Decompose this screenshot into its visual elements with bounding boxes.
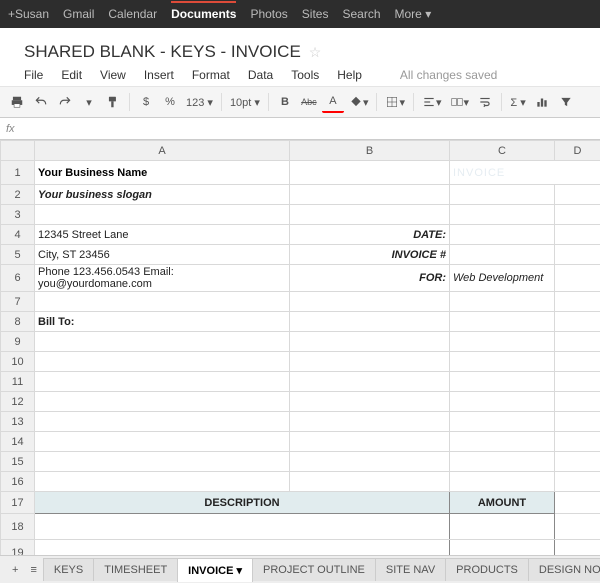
row-header[interactable]: 13 xyxy=(1,412,35,432)
select-all-corner[interactable] xyxy=(1,141,35,161)
doc-title[interactable]: SHARED BLANK - KEYS - INVOICE xyxy=(24,42,301,62)
col-header-b[interactable]: B xyxy=(290,141,450,161)
row-header[interactable]: 9 xyxy=(1,332,35,352)
cell-slogan[interactable]: Your business slogan xyxy=(35,185,290,205)
menu-insert[interactable]: Insert xyxy=(144,68,174,82)
formula-bar[interactable]: fx xyxy=(0,118,600,140)
nav-photos[interactable]: Photos xyxy=(250,7,287,21)
filter-icon[interactable] xyxy=(555,91,577,113)
clipboard-icon[interactable]: ▾ xyxy=(78,91,100,113)
cell-desc-header[interactable]: DESCRIPTION xyxy=(35,492,450,514)
row-header[interactable]: 12 xyxy=(1,392,35,412)
nav-search[interactable]: Search xyxy=(342,7,380,21)
row-header[interactable]: 14 xyxy=(1,432,35,452)
functions-icon[interactable]: Σ ▾ xyxy=(507,91,529,113)
cell-billto[interactable]: Bill To: xyxy=(35,312,290,332)
tab-site-nav[interactable]: SITE NAV xyxy=(375,558,446,581)
row-header[interactable]: 4 xyxy=(1,225,35,245)
menu-data[interactable]: Data xyxy=(248,68,273,82)
doc-title-row: SHARED BLANK - KEYS - INVOICE ☆ xyxy=(0,28,600,68)
undo-icon[interactable] xyxy=(30,91,52,113)
row-header[interactable]: 6 xyxy=(1,265,35,292)
currency-button[interactable]: $ xyxy=(135,91,157,113)
row-header[interactable]: 3 xyxy=(1,205,35,225)
col-header-a[interactable]: A xyxy=(35,141,290,161)
redo-icon[interactable] xyxy=(54,91,76,113)
col-header-d[interactable]: D xyxy=(555,141,600,161)
row-header[interactable]: 5 xyxy=(1,245,35,265)
print-icon[interactable] xyxy=(6,91,28,113)
tab-invoice[interactable]: INVOICE ▾ xyxy=(177,558,253,582)
nav-gmail[interactable]: Gmail xyxy=(63,7,94,21)
row-header[interactable]: 1 xyxy=(1,161,35,185)
menu-edit[interactable]: Edit xyxy=(61,68,82,82)
google-topbar: +Susan Gmail Calendar Documents Photos S… xyxy=(0,0,600,28)
cell-for-value[interactable]: Web Development xyxy=(450,265,555,292)
cell-date-label[interactable]: DATE: xyxy=(290,225,450,245)
row-header[interactable]: 16 xyxy=(1,472,35,492)
cell-street[interactable]: 12345 Street Lane xyxy=(35,225,290,245)
col-header-c[interactable]: C xyxy=(450,141,555,161)
row-header[interactable]: 18 xyxy=(1,514,35,540)
all-sheets-icon[interactable]: ≡ xyxy=(24,564,42,576)
row-header[interactable]: 17 xyxy=(1,492,35,514)
percent-button[interactable]: % xyxy=(159,91,181,113)
cell-city[interactable]: City, ST 23456 xyxy=(35,245,290,265)
strike-button[interactable]: Abc xyxy=(298,91,320,113)
chart-icon[interactable] xyxy=(531,91,553,113)
menu-tools[interactable]: Tools xyxy=(291,68,319,82)
tab-keys[interactable]: KEYS xyxy=(43,558,94,581)
sheet-tabs-bar: + ≡ KEYS TIMESHEET INVOICE ▾ PROJECT OUT… xyxy=(0,555,600,583)
menu-format[interactable]: Format xyxy=(192,68,230,82)
wrap-icon[interactable] xyxy=(474,91,496,113)
tab-products[interactable]: PRODUCTS xyxy=(445,558,529,581)
row-header[interactable]: 15 xyxy=(1,452,35,472)
cell-invnum-label[interactable]: INVOICE # xyxy=(290,245,450,265)
cell-for-label[interactable]: FOR: xyxy=(290,265,450,292)
nav-documents[interactable]: Documents xyxy=(171,1,236,21)
tab-timesheet[interactable]: TIMESHEET xyxy=(93,558,178,581)
nav-plus-user[interactable]: +Susan xyxy=(8,7,49,21)
cell-invoice-watermark[interactable]: INVOICE xyxy=(450,161,600,185)
menu-file[interactable]: File xyxy=(24,68,43,82)
menu-help[interactable]: Help xyxy=(337,68,362,82)
add-sheet-icon[interactable]: + xyxy=(6,564,24,576)
menu-bar: File Edit View Insert Format Data Tools … xyxy=(0,68,600,86)
nav-sites[interactable]: Sites xyxy=(302,7,329,21)
spreadsheet-grid[interactable]: A B C D 1 Your Business Name INVOICE 2 Y… xyxy=(0,140,600,570)
menu-view[interactable]: View xyxy=(100,68,126,82)
row-header[interactable]: 8 xyxy=(1,312,35,332)
row-header[interactable]: 11 xyxy=(1,372,35,392)
nav-more[interactable]: More ▾ xyxy=(395,7,432,21)
paintformat-icon[interactable] xyxy=(102,91,124,113)
row-header[interactable]: 10 xyxy=(1,352,35,372)
bold-button[interactable]: B xyxy=(274,91,296,113)
row-header[interactable]: 7 xyxy=(1,292,35,312)
numformat-button[interactable]: 123 ▾ xyxy=(183,91,216,113)
star-icon[interactable]: ☆ xyxy=(309,44,322,61)
cell-contact[interactable]: Phone 123.456.0543 Email: you@yourdomane… xyxy=(35,265,290,292)
nav-calendar[interactable]: Calendar xyxy=(108,7,157,21)
tab-project-outline[interactable]: PROJECT OUTLINE xyxy=(252,558,376,581)
textcolor-button[interactable]: A xyxy=(322,91,344,113)
merge-icon[interactable]: ▾ xyxy=(447,91,473,113)
toolbar: ▾ $ % 123 ▾ 10pt ▾ B Abc A ▾ ▾ ▾ ▾ Σ ▾ xyxy=(0,86,600,118)
cell-amount-header[interactable]: AMOUNT xyxy=(450,492,555,514)
cell-business-name[interactable]: Your Business Name xyxy=(35,161,290,185)
align-icon[interactable]: ▾ xyxy=(419,91,445,113)
fx-label: fx xyxy=(6,123,15,135)
tab-design-notes[interactable]: DESIGN NOTES xyxy=(528,558,600,581)
fillcolor-icon[interactable]: ▾ xyxy=(346,91,372,113)
row-header[interactable]: 2 xyxy=(1,185,35,205)
borders-icon[interactable]: ▾ xyxy=(382,91,408,113)
fontsize-button[interactable]: 10pt ▾ xyxy=(227,91,263,113)
save-status: All changes saved xyxy=(400,68,497,82)
